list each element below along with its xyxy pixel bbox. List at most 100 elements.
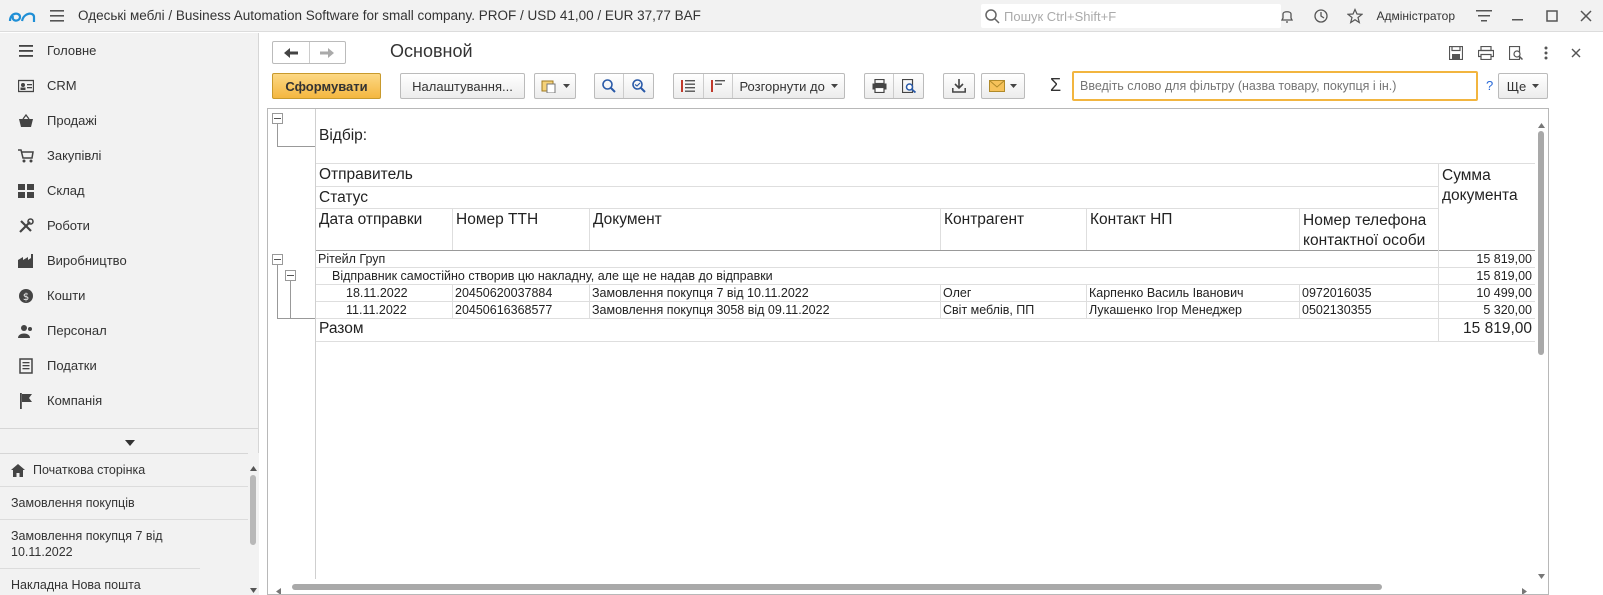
sidebar-item-purchases[interactable]: Закупівлі (0, 138, 258, 173)
sidebar-item-label: CRM (47, 78, 77, 93)
row-grid (316, 318, 1536, 319)
sum-icon[interactable]: Σ (1050, 75, 1061, 96)
sidebar-item-sales[interactable]: Продажі (0, 103, 258, 138)
preview-icon[interactable] (1501, 41, 1531, 65)
export-button[interactable] (943, 73, 975, 99)
scroll-up-icon[interactable] (250, 459, 257, 474)
sidebar-item-taxes[interactable]: Податки (0, 348, 258, 383)
report-document[interactable]: Відбір: Отправитель Статус Сумма докумен… (267, 108, 1549, 595)
email-button[interactable] (981, 73, 1025, 99)
row-contact[interactable]: Карпенко Василь Іванович (1089, 286, 1244, 300)
variant-button[interactable] (534, 73, 576, 99)
outline-line (277, 124, 278, 146)
global-search-input[interactable]: Пошук Ctrl+Shift+F (981, 4, 1281, 28)
collapse-selection-icon[interactable] (272, 113, 283, 124)
row-sum[interactable]: 10 499,00 (1442, 286, 1532, 300)
collapse-group-icon[interactable] (272, 254, 283, 265)
more-button[interactable]: Ще (1498, 73, 1548, 99)
print-icon[interactable] (1471, 41, 1501, 65)
subgroup-name[interactable]: Відправник самостійно створив цю накладн… (332, 269, 773, 283)
scroll-up-icon[interactable] (1538, 116, 1545, 131)
history-icon[interactable] (1304, 0, 1338, 32)
row-date[interactable]: 18.11.2022 (346, 286, 408, 300)
row-phone[interactable]: 0972016035 (1302, 286, 1372, 300)
find-next-button[interactable] (624, 74, 653, 98)
history-item[interactable]: Замовлення покупців (0, 487, 248, 520)
sidebar-item-production[interactable]: Виробництво (0, 243, 258, 278)
main-menu-icon[interactable] (44, 0, 70, 32)
chevron-down-icon (1532, 84, 1540, 88)
settings-button[interactable]: Налаштування... (400, 73, 525, 99)
document-icon (17, 357, 35, 375)
row-phone[interactable]: 0502130355 (1302, 303, 1372, 317)
history-item-home[interactable]: Початкова сторінка (0, 454, 248, 487)
row-ttn[interactable]: 20450620037884 (455, 286, 552, 300)
save-icon[interactable] (1441, 41, 1471, 65)
find-button[interactable] (595, 74, 625, 98)
app-logo-icon[interactable] (0, 0, 44, 32)
print-report-button[interactable] (865, 74, 895, 98)
minimize-icon[interactable] (1501, 0, 1535, 32)
history-scrollbar[interactable] (248, 453, 259, 595)
forward-button[interactable] (310, 42, 346, 63)
row-grid (1299, 284, 1300, 318)
report-vertical-scrollbar[interactable] (1535, 109, 1548, 579)
bell-icon[interactable] (1270, 0, 1304, 32)
row-counterparty[interactable]: Світ меблів, ПП (943, 303, 1034, 317)
row-document[interactable]: Замовлення покупця 7 від 10.11.2022 (592, 286, 809, 300)
horizontal-scrollbar-thumb[interactable] (292, 584, 1382, 590)
scroll-down-icon[interactable] (1538, 567, 1545, 582)
row-sum[interactable]: 5 320,00 (1442, 303, 1532, 317)
history-item[interactable]: Накладна Нова пошта (0, 569, 248, 595)
group-sum[interactable]: 15 819,00 (1442, 252, 1532, 266)
back-button[interactable] (273, 42, 310, 63)
sidebar-item-money[interactable]: $ Кошти (0, 278, 258, 313)
sidebar-item-company[interactable]: Компанія (0, 383, 258, 418)
row-ttn[interactable]: 20450616368577 (455, 303, 552, 317)
grouping-buttons: Розгорнути до (673, 73, 845, 99)
settings-menu-icon[interactable] (1467, 0, 1501, 32)
row-contact[interactable]: Лукашенко Ігор Менеджер (1089, 303, 1242, 317)
history-scrollbar-thumb[interactable] (250, 475, 256, 545)
sidebar-item-main[interactable]: Головне (0, 33, 258, 68)
sidebar-item-label: Головне (47, 43, 97, 58)
sidebar-item-works[interactable]: Роботи (0, 208, 258, 243)
row-grid (316, 267, 1536, 268)
sidebar-item-staff[interactable]: Персонал (0, 313, 258, 348)
selection-label: Відбір: (319, 127, 368, 144)
scroll-left-icon[interactable] (276, 583, 281, 594)
sidebar-item-crm[interactable]: CRM (0, 68, 258, 103)
report-variant-icon (541, 79, 559, 93)
flag-icon (17, 392, 35, 410)
row-document[interactable]: Замовлення покупця 3058 від 09.11.2022 (592, 303, 830, 317)
maximize-icon[interactable] (1535, 0, 1569, 32)
header-grid (589, 208, 590, 250)
expand-to-label: Розгорнути до (739, 78, 825, 94)
vertical-scrollbar-thumb[interactable] (1538, 131, 1544, 355)
print-preview-button[interactable] (894, 74, 923, 98)
history-item[interactable]: Замовлення покупця 7 від 10.11.2022 (0, 520, 200, 569)
group-name[interactable]: Рітейл Груп (318, 252, 385, 266)
collapse-all-button[interactable] (704, 74, 734, 98)
generate-button[interactable]: Сформувати (272, 73, 381, 99)
sidebar-item-warehouse[interactable]: Склад (0, 173, 258, 208)
filter-input[interactable] (1072, 71, 1478, 101)
star-icon[interactable] (1338, 0, 1372, 32)
expand-to-button[interactable]: Розгорнути до (733, 74, 844, 98)
report-horizontal-scrollbar[interactable] (268, 580, 1537, 594)
expand-all-button[interactable] (674, 74, 704, 98)
more-vertical-icon[interactable] (1531, 41, 1561, 65)
scroll-down-icon[interactable] (250, 581, 257, 595)
sidebar-expand-button[interactable] (0, 429, 259, 453)
outline-line (290, 281, 291, 318)
collapse-subgroup-icon[interactable] (285, 270, 296, 281)
top-bar: Одеські меблі / Business Automation Soft… (0, 0, 1603, 32)
current-user[interactable]: Адміністратор (1376, 9, 1455, 23)
form-close-icon[interactable] (1561, 41, 1591, 65)
help-link[interactable]: ? (1486, 78, 1493, 93)
close-icon[interactable] (1569, 0, 1603, 32)
subgroup-sum[interactable]: 15 819,00 (1442, 269, 1532, 283)
row-counterparty[interactable]: Олег (943, 286, 971, 300)
row-date[interactable]: 11.11.2022 (346, 303, 407, 317)
scroll-right-icon[interactable] (1522, 583, 1527, 594)
